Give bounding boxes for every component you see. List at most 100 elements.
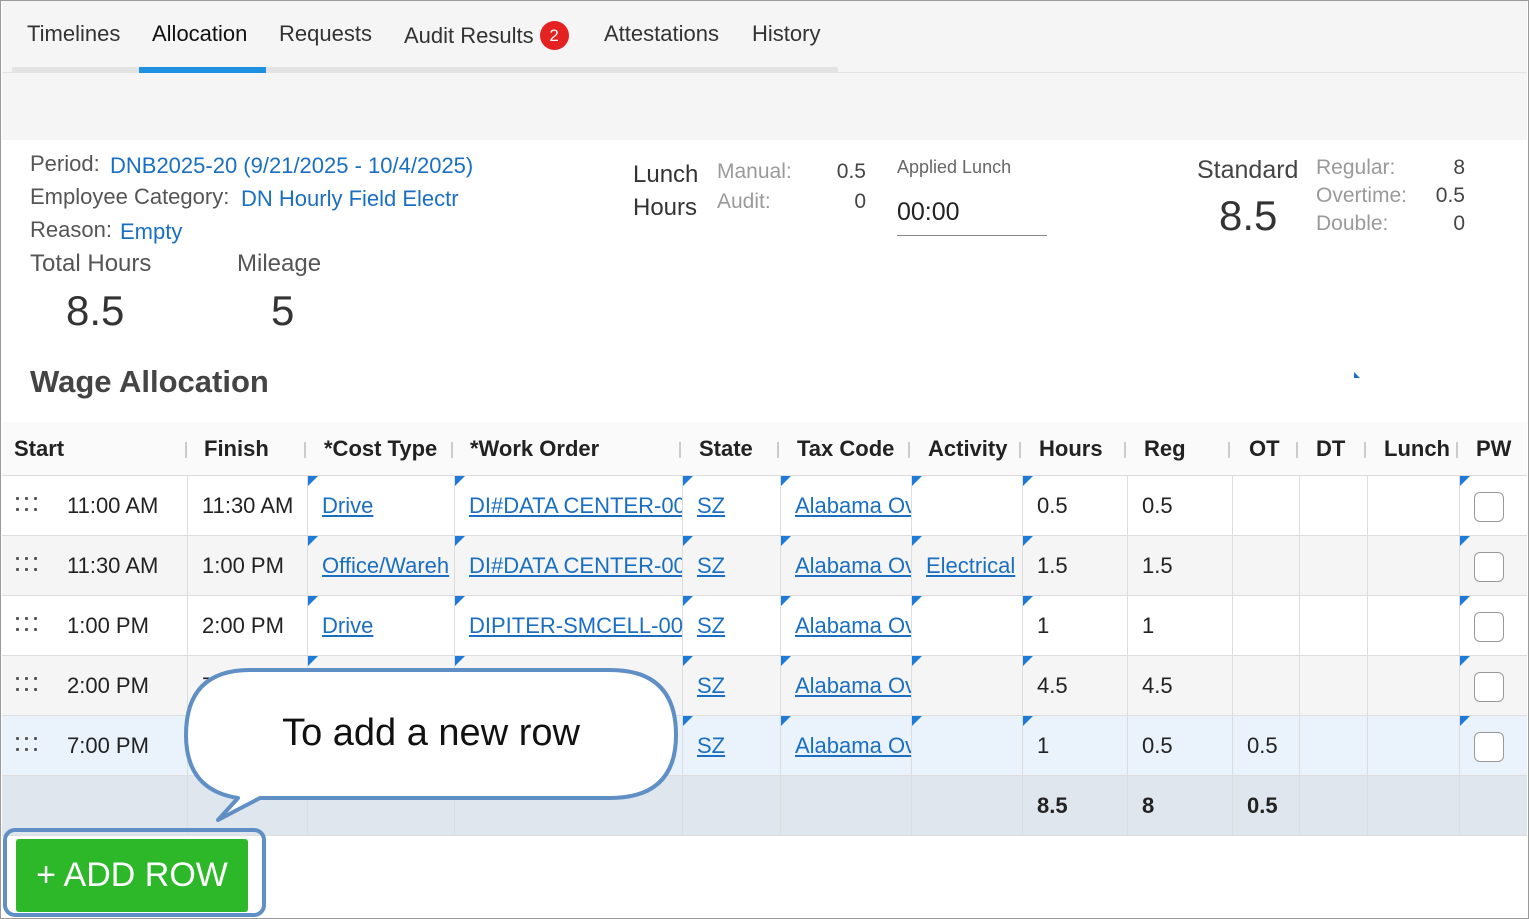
- cell-finish[interactable]: 1:00 PM: [188, 536, 308, 596]
- cell-ot[interactable]: [1233, 536, 1300, 596]
- pw-checkbox[interactable]: [1474, 552, 1504, 582]
- cell-tax-code[interactable]: Alabama Ov: [781, 596, 912, 656]
- cell-reg[interactable]: 1: [1128, 596, 1233, 656]
- period-link[interactable]: DNB2025-20 (9/21/2025 - 10/4/2025): [110, 153, 473, 179]
- cell-state[interactable]: SZ: [683, 716, 781, 776]
- cell-state-value[interactable]: SZ: [697, 733, 725, 758]
- column-resizer[interactable]: [304, 442, 306, 458]
- cell-cost-type-value[interactable]: Office/Wareh: [322, 553, 449, 578]
- cell-cost-type[interactable]: Drive: [308, 596, 455, 656]
- cell-work-order-value[interactable]: 001: [469, 673, 506, 698]
- cell-pw[interactable]: [1460, 596, 1527, 656]
- cell-state-value[interactable]: SZ: [697, 613, 725, 638]
- cell-cost-type-value[interactable]: Drive: [322, 613, 373, 638]
- drag-handle-icon[interactable]: [16, 677, 40, 695]
- cell-lunch[interactable]: [1368, 716, 1460, 776]
- cell-hours[interactable]: 1: [1023, 716, 1128, 776]
- pw-checkbox[interactable]: [1474, 492, 1504, 522]
- col-header-tax-code[interactable]: Tax Code: [785, 422, 894, 476]
- cell-cost-type[interactable]: Drive: [308, 476, 455, 536]
- cell-work-order[interactable]: DIPITER-SMCELL-0001: [455, 596, 683, 656]
- cell-hours[interactable]: 4.5: [1023, 656, 1128, 716]
- tab-attestations[interactable]: Attestations: [604, 21, 719, 47]
- employee-category-link[interactable]: DN Hourly Field Electr: [241, 186, 459, 212]
- cell-ot[interactable]: 0.5: [1233, 716, 1300, 776]
- add-row-button[interactable]: + ADD ROW: [16, 839, 248, 912]
- column-resizer[interactable]: [1364, 442, 1366, 458]
- reason-link[interactable]: Empty: [120, 219, 182, 245]
- cell-work-order-value[interactable]: DI#DATA CENTER-001: [469, 553, 682, 578]
- cell-reg[interactable]: 0.5: [1128, 476, 1233, 536]
- cell-dt[interactable]: [1300, 476, 1368, 536]
- cell-work-order-value[interactable]: DIPITER-SMCELL-0001: [469, 613, 682, 638]
- col-header-pw[interactable]: PW: [1464, 422, 1511, 476]
- tab-timelines[interactable]: Timelines: [27, 21, 120, 47]
- cell-tax-code[interactable]: Alabama Ov: [781, 536, 912, 596]
- tab-history[interactable]: History: [752, 21, 820, 47]
- cell-lunch[interactable]: [1368, 596, 1460, 656]
- cell-reg[interactable]: 4.5: [1128, 656, 1233, 716]
- cell-finish[interactable]: 7: [188, 656, 308, 716]
- cell-tax-code[interactable]: Alabama Ov: [781, 656, 912, 716]
- column-resizer[interactable]: [1296, 442, 1298, 458]
- col-header-lunch[interactable]: Lunch: [1372, 422, 1450, 476]
- cell-state[interactable]: SZ: [683, 596, 781, 656]
- cell-hours[interactable]: 0.5: [1023, 476, 1128, 536]
- cell-work-order[interactable]: DI#DATA CENTER-001: [455, 536, 683, 596]
- cell-dt[interactable]: [1300, 656, 1368, 716]
- cell-tax-code[interactable]: Alabama Ov: [781, 476, 912, 536]
- cell-ot[interactable]: [1233, 596, 1300, 656]
- col-header-cost-type[interactable]: *Cost Type: [312, 422, 437, 476]
- column-resizer[interactable]: [1456, 442, 1458, 458]
- tab-audit-results[interactable]: Audit Results 2: [404, 21, 569, 50]
- cell-cost-type-value[interactable]: Drive: [322, 493, 373, 518]
- cell-ot[interactable]: [1233, 476, 1300, 536]
- cell-finish[interactable]: 11:30 AM: [188, 476, 308, 536]
- cell-lunch[interactable]: [1368, 536, 1460, 596]
- cell-pw[interactable]: [1460, 656, 1527, 716]
- cell-reg[interactable]: 1.5: [1128, 536, 1233, 596]
- column-resizer[interactable]: [451, 442, 453, 458]
- cell-tax-code[interactable]: Alabama Ov: [781, 716, 912, 776]
- cell-start[interactable]: 2:00 PM: [2, 656, 188, 716]
- cell-activity-value[interactable]: Electrical: [926, 553, 1015, 578]
- cell-tax-code-value[interactable]: Alabama Ov: [795, 733, 911, 758]
- cell-cost-type[interactable]: [308, 656, 455, 716]
- cell-dt[interactable]: [1300, 536, 1368, 596]
- cell-start[interactable]: 11:30 AM: [2, 536, 188, 596]
- cell-state-value[interactable]: SZ: [697, 673, 725, 698]
- col-header-hours[interactable]: Hours: [1027, 422, 1103, 476]
- cell-state-value[interactable]: SZ: [697, 553, 725, 578]
- cell-activity[interactable]: [912, 656, 1023, 716]
- cell-tax-code-value[interactable]: Alabama Ov: [795, 613, 911, 638]
- col-header-state[interactable]: State: [687, 422, 753, 476]
- col-header-dt[interactable]: DT: [1304, 422, 1345, 476]
- cell-finish[interactable]: 2:00 PM: [188, 596, 308, 656]
- col-header-reg[interactable]: Reg: [1132, 422, 1186, 476]
- cell-work-order[interactable]: DI#DATA CENTER-001: [455, 476, 683, 536]
- pw-checkbox[interactable]: [1474, 672, 1504, 702]
- cell-activity[interactable]: Electrical: [912, 536, 1023, 596]
- cell-lunch[interactable]: [1368, 476, 1460, 536]
- drag-handle-icon[interactable]: [16, 557, 40, 575]
- column-resizer[interactable]: [1228, 442, 1230, 458]
- cell-dt[interactable]: [1300, 716, 1368, 776]
- cell-cost-type[interactable]: Office/Wareh: [308, 536, 455, 596]
- cell-pw[interactable]: [1460, 536, 1527, 596]
- cell-tax-code-value[interactable]: Alabama Ov: [795, 493, 911, 518]
- cell-state-value[interactable]: SZ: [697, 493, 725, 518]
- cell-state[interactable]: SZ: [683, 536, 781, 596]
- cell-start[interactable]: 7:00 PM: [2, 716, 188, 776]
- col-header-start[interactable]: Start: [2, 422, 64, 476]
- drag-handle-icon[interactable]: [16, 497, 40, 515]
- column-resizer[interactable]: [1124, 442, 1126, 458]
- cell-work-order-value[interactable]: DI#DATA CENTER-001: [469, 493, 682, 518]
- cell-lunch[interactable]: [1368, 656, 1460, 716]
- drag-handle-icon[interactable]: [16, 737, 40, 755]
- cell-activity[interactable]: [912, 476, 1023, 536]
- cell-reg[interactable]: 0.5: [1128, 716, 1233, 776]
- applied-lunch-input[interactable]: [897, 186, 1047, 236]
- column-resizer[interactable]: [908, 442, 910, 458]
- cell-work-order[interactable]: 001: [455, 656, 683, 716]
- tab-allocation[interactable]: Allocation: [152, 21, 247, 47]
